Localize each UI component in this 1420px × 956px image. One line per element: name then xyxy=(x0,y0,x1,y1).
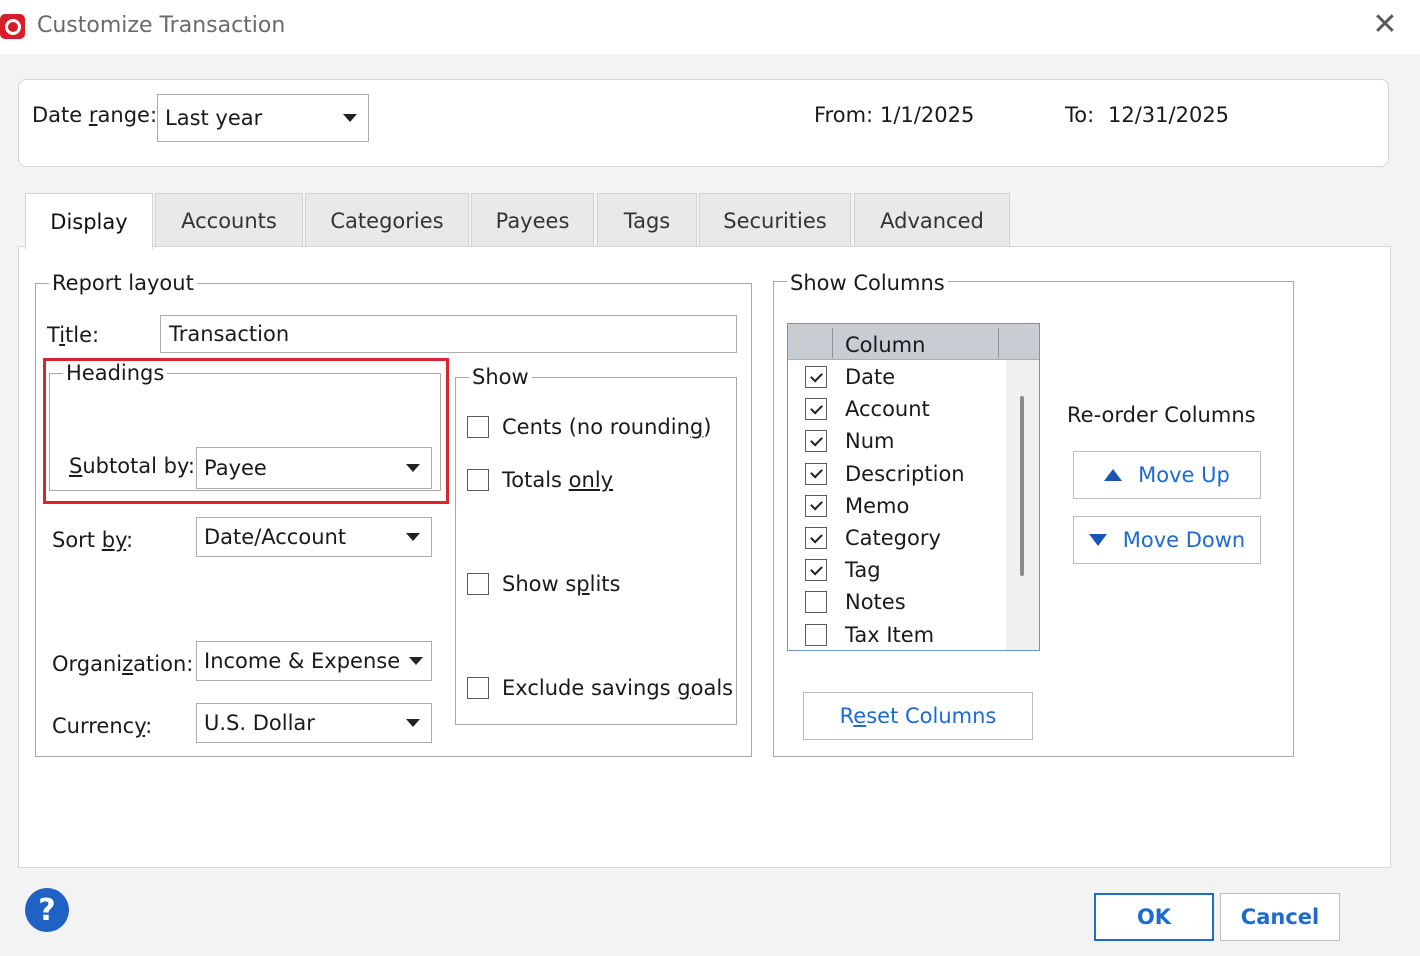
column-row[interactable]: Tax Item xyxy=(788,619,1008,650)
to-label: To: xyxy=(1065,103,1095,127)
column-checkbox[interactable] xyxy=(805,623,827,646)
column-checkbox[interactable] xyxy=(805,462,827,485)
reset-columns-label: Reset Columns xyxy=(839,704,997,728)
column-name: Date xyxy=(845,365,896,389)
column-name: Tax Item xyxy=(845,622,935,647)
to-date: 12/31/2025 xyxy=(1108,103,1230,127)
columns-list[interactable]: Column Date Account Num Description Memo Cate… xyxy=(787,323,1040,651)
tab-tags[interactable]: Tags xyxy=(597,193,697,247)
show-splits-label: Show splits xyxy=(502,572,621,596)
column-checkbox[interactable] xyxy=(805,494,827,517)
reorder-columns-label: Re-order Columns xyxy=(1067,403,1256,427)
date-range-value: Last year xyxy=(165,106,263,130)
date-range-label: Date range: xyxy=(32,103,158,127)
sort-by-label: Sort by: xyxy=(52,528,134,552)
show-splits-checkbox[interactable] xyxy=(467,573,489,595)
column-checkbox[interactable] xyxy=(805,430,827,453)
column-row[interactable]: Account xyxy=(788,393,1008,425)
totals-only-checkbox[interactable] xyxy=(467,469,489,491)
move-down-button[interactable]: Move Down xyxy=(1073,516,1261,564)
chevron-down-icon xyxy=(395,518,431,556)
help-icon[interactable]: ? xyxy=(25,888,69,932)
from-label: From: xyxy=(814,103,874,127)
currency-dropdown[interactable]: U.S. Dollar xyxy=(196,703,432,743)
close-icon[interactable]: ✕ xyxy=(1368,8,1402,42)
cents-label: Cents (no rounding) xyxy=(502,415,712,439)
column-name: Category xyxy=(845,526,941,550)
column-row[interactable]: Num xyxy=(788,425,1008,457)
column-checkbox[interactable] xyxy=(805,559,827,582)
cancel-button[interactable]: Cancel xyxy=(1220,893,1340,941)
reset-columns-button[interactable]: Reset Columns xyxy=(803,692,1033,740)
report-layout-title: Report layout xyxy=(49,271,197,295)
currency-label: Currency: xyxy=(52,714,153,738)
window-title: Customize Transaction xyxy=(37,13,286,38)
move-up-button[interactable]: Move Up xyxy=(1073,451,1261,499)
chevron-down-icon xyxy=(395,704,431,742)
column-row[interactable]: Notes xyxy=(788,586,1008,618)
title-bar: Customize Transaction ✕ xyxy=(0,0,1420,54)
column-name: Notes xyxy=(845,590,906,615)
ok-button[interactable]: OK xyxy=(1094,893,1214,941)
arrow-down-icon xyxy=(1088,534,1107,546)
tab-payees[interactable]: Payees xyxy=(471,193,594,247)
from-date: 1/1/2025 xyxy=(880,103,975,127)
currency-value: U.S. Dollar xyxy=(204,711,315,735)
display-tab-panel: Report layout Title: Transaction Heading… xyxy=(18,246,1391,868)
column-checkbox[interactable] xyxy=(805,366,827,388)
title-label: Title: xyxy=(47,323,100,347)
show-columns-title: Show Columns xyxy=(787,271,948,295)
tab-advanced[interactable]: Advanced xyxy=(854,193,1010,247)
column-row[interactable]: Description xyxy=(788,458,1008,490)
column-name: Account xyxy=(845,397,930,422)
column-row[interactable]: Tag xyxy=(788,554,1008,586)
columns-scrollbar[interactable] xyxy=(1006,360,1039,650)
chevron-down-icon xyxy=(401,642,431,680)
column-row[interactable]: Category xyxy=(788,522,1008,554)
sort-by-dropdown[interactable]: Date/Account xyxy=(196,517,432,557)
organization-label: Organization: xyxy=(52,652,194,676)
column-name: Tag xyxy=(845,558,881,583)
sort-by-value: Date/Account xyxy=(204,525,347,549)
column-name: Num xyxy=(845,429,895,454)
cents-checkbox[interactable] xyxy=(467,416,489,438)
column-row[interactable]: Memo xyxy=(788,490,1008,522)
column-row[interactable]: Date xyxy=(788,361,1008,393)
exclude-savings-checkbox[interactable] xyxy=(467,677,489,699)
column-checkbox[interactable] xyxy=(805,527,827,549)
totals-only-label: Totals only xyxy=(502,468,614,492)
move-up-label: Move Up xyxy=(1138,463,1230,487)
column-checkbox[interactable] xyxy=(805,591,827,614)
columns-list-header: Column xyxy=(788,324,1039,360)
tab-accounts[interactable]: Accounts xyxy=(155,193,303,247)
column-checkbox[interactable] xyxy=(805,398,827,421)
tab-categories[interactable]: Categories xyxy=(305,193,469,247)
tab-display[interactable]: Display xyxy=(25,193,153,249)
move-down-label: Move Down xyxy=(1122,528,1246,552)
scrollbar-thumb[interactable] xyxy=(1020,396,1024,576)
column-name: Description xyxy=(845,461,965,486)
quicken-logo-icon xyxy=(0,14,25,39)
date-range-dropdown[interactable]: Last year xyxy=(157,94,369,142)
organization-dropdown[interactable]: Income & Expense xyxy=(196,641,432,681)
show-title: Show xyxy=(469,365,532,389)
chevron-down-icon xyxy=(332,95,368,141)
column-header-label: Column xyxy=(845,333,926,357)
column-name: Memo xyxy=(845,493,910,518)
organization-value: Income & Expense xyxy=(204,649,401,673)
report-title-value: Transaction xyxy=(169,322,290,346)
arrow-up-icon xyxy=(1104,469,1123,481)
tab-securities[interactable]: Securities xyxy=(699,193,851,247)
annotation-highlight-box xyxy=(43,358,449,504)
exclude-savings-label: Exclude savings goals xyxy=(502,676,734,700)
report-title-input[interactable]: Transaction xyxy=(160,315,737,353)
